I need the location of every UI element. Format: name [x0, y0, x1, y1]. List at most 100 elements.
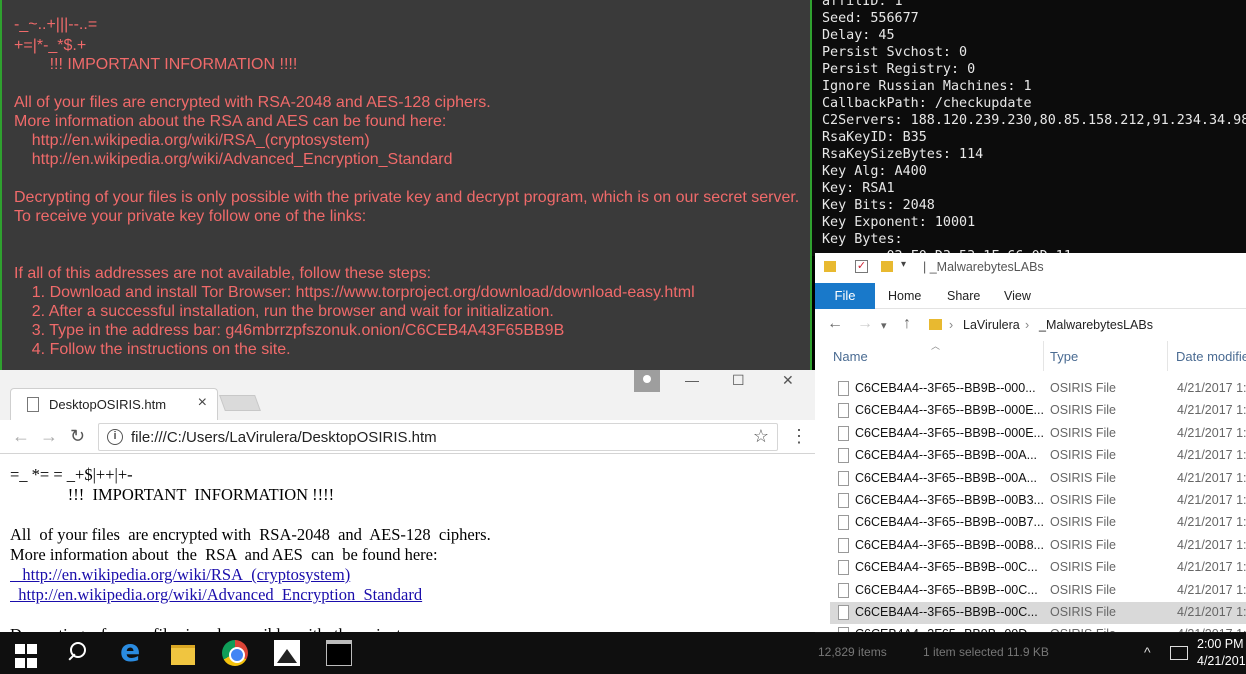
file-date: 4/21/2017 1:5 — [1177, 582, 1246, 597]
ransom-line: More information about the RSA and AES c… — [14, 113, 447, 130]
new-folder-icon[interactable] — [881, 261, 893, 272]
file-row[interactable]: C6CEB4A4--3F65--BB9B--00B7... OSIRIS File… — [830, 512, 1246, 534]
windows-start-icon[interactable] — [15, 644, 41, 670]
console-line: Persist Registry: 0 — [822, 62, 976, 77]
page-link[interactable]: http://en.wikipedia.org/wiki/Advanced_En… — [10, 585, 422, 605]
file-type: OSIRIS File — [1050, 605, 1116, 619]
file-explorer-icon[interactable] — [170, 640, 196, 666]
console-line: Persist Svchost: 0 — [822, 45, 968, 60]
column-name[interactable]: Name — [833, 349, 868, 364]
tab-desktoposiris[interactable]: DesktopOSIRIS.htm × — [10, 388, 218, 420]
window-title-text: _MalwarebytesLABs — [929, 260, 1044, 274]
bookmark-star-icon[interactable]: ☆ — [753, 426, 769, 447]
column-date[interactable]: Date modified — [1176, 349, 1246, 364]
file-row[interactable]: C6CEB4A4--3F65--BB9B--00C... OSIRIS File 4… — [830, 557, 1246, 579]
tab-close-icon[interactable]: × — [198, 394, 207, 412]
recent-dropdown-icon[interactable]: ▾ — [881, 319, 887, 332]
file-icon — [838, 515, 849, 531]
cmd-icon[interactable] — [326, 640, 352, 666]
ribbon-share-tab[interactable]: Share — [947, 289, 980, 303]
tab-strip: DesktopOSIRIS.htm × — ☐ ✕ — [0, 370, 815, 420]
ransom-line: If all of this addresses are not availab… — [14, 265, 432, 282]
ribbon-view-tab[interactable]: View — [1004, 289, 1031, 303]
file-date: 4/21/2017 1:5 — [1177, 537, 1246, 552]
file-type: OSIRIS File — [1050, 448, 1116, 463]
file-row[interactable]: C6CEB4A4--3F65--BB9B--00C... OSIRIS File 4… — [830, 580, 1246, 602]
file-icon — [838, 605, 849, 620]
new-tab-button[interactable] — [219, 395, 261, 411]
search-icon[interactable] — [66, 640, 92, 666]
file-row[interactable]: C6CEB4A4--3F65--BB9B--000... OSIRIS File 4… — [830, 378, 1246, 400]
console-line: Key Bits: 2048 — [822, 198, 935, 213]
file-date: 4/21/2017 1:5 — [1177, 381, 1246, 395]
properties-icon[interactable]: ✓ — [855, 260, 868, 273]
file-row[interactable]: C6CEB4A4--3F65--BB9B--000E... OSIRIS File… — [830, 423, 1246, 445]
ransom-line: http://en.wikipedia.org/wiki/Advanced_En… — [14, 151, 453, 168]
forward-icon[interactable]: → — [40, 426, 58, 447]
ransom-line: 2. After a successful installation, run … — [14, 303, 554, 320]
breadcrumb-lavirulera[interactable]: LaVirulera — [963, 318, 1020, 332]
up-icon[interactable]: ↑ — [903, 315, 911, 333]
menu-icon[interactable]: ⋮ — [790, 426, 808, 447]
file-icon — [838, 381, 849, 396]
info-icon[interactable]: i — [107, 429, 123, 445]
clock-time[interactable]: 2:00 PM — [1197, 637, 1244, 651]
file-row[interactable]: C6CEB4A4--3F65--BB9B--00C... OSIRIS File 4… — [830, 602, 1246, 624]
ransom-line: 4. Follow the instructions on the site. — [14, 341, 291, 358]
ransom-line: +=|*-_*$.+ — [14, 37, 87, 54]
address-bar[interactable]: i file:///C:/Users/LaVirulera/DesktopOSI… — [98, 423, 778, 451]
sort-ascending-icon: ︿ — [931, 341, 941, 351]
breadcrumb-malwarebyteslabs[interactable]: _MalwarebytesLABs — [1039, 318, 1153, 332]
back-icon[interactable]: ← — [827, 315, 843, 333]
console-line: Ignore Russian Machines: 1 — [822, 79, 1032, 94]
file-row[interactable]: C6CEB4A4--3F65--BB9B--00B3... OSIRIS File… — [830, 490, 1246, 512]
tab-title: DesktopOSIRIS.htm — [49, 397, 167, 412]
file-icon — [838, 582, 849, 598]
console-line: Key Alg: A400 — [822, 164, 927, 179]
breadcrumb-separator: › — [1025, 318, 1030, 332]
item-count: 12,829 items — [818, 645, 887, 659]
back-icon[interactable]: ← — [12, 426, 30, 447]
network-icon[interactable] — [1170, 646, 1188, 660]
page-link[interactable]: http://en.wikipedia.org/wiki/RSA_(crypto… — [10, 565, 350, 585]
chrome-icon[interactable] — [222, 640, 248, 666]
ribbon-home-tab[interactable]: Home — [888, 289, 921, 303]
file-row[interactable]: C6CEB4A4--3F65--BB9B--00B8... OSIRIS File… — [830, 535, 1246, 557]
explorer-address-bar: ← → ▾ ↑ › LaVirulera › _MalwarebytesLABs — [815, 310, 1246, 340]
chevron-up-icon[interactable]: ^ — [1144, 644, 1151, 660]
file-row[interactable]: C6CEB4A4--3F65--BB9B--00A... OSIRIS File 4… — [830, 468, 1246, 490]
file-row[interactable]: C6CEB4A4--3F65--BB9B--00A... OSIRIS File 4… — [830, 445, 1246, 467]
edge-icon[interactable] — [118, 634, 144, 669]
ribbon: File Home Share View — [815, 283, 1246, 309]
console-line: Key: RSA1 — [822, 181, 895, 196]
photos-icon[interactable] — [274, 640, 300, 666]
file-icon — [838, 470, 849, 486]
maximize-button[interactable]: ☐ — [732, 372, 745, 389]
close-button[interactable]: ✕ — [782, 372, 794, 389]
column-type[interactable]: Type — [1050, 349, 1078, 364]
column-separator[interactable] — [1167, 341, 1168, 371]
page-text-line: Decrypting of your files is only possibl… — [10, 625, 408, 632]
file-date: 4/21/2017 1:5 — [1177, 425, 1246, 440]
ribbon-file-tab[interactable]: File — [815, 283, 875, 309]
forward-icon[interactable]: → — [857, 315, 873, 333]
file-type: OSIRIS File — [1050, 515, 1116, 530]
profile-icon[interactable] — [634, 370, 660, 392]
dropdown-icon[interactable]: ▾ — [901, 259, 906, 270]
file-icon — [27, 397, 39, 412]
ransom-line: All of your files are encrypted with RSA… — [14, 94, 491, 111]
file-type: OSIRIS File — [1050, 537, 1116, 552]
ransom-line: http://en.wikipedia.org/wiki/RSA_(crypto… — [14, 132, 370, 149]
file-row[interactable]: C6CEB4A4--3F65--BB9B--000E... OSIRIS File… — [830, 400, 1246, 422]
explorer-titlebar: ✓ ▾ | _MalwarebytesLABs — [815, 253, 1246, 283]
file-name: C6CEB4A4--3F65--BB9B--00A... — [855, 448, 1038, 463]
file-name: C6CEB4A4--3F65--BB9B--00B8... — [855, 537, 1044, 552]
ransom-line: 3. Type in the address bar: g46mbrrzpfsz… — [14, 322, 565, 339]
column-separator[interactable] — [1043, 341, 1044, 371]
file-name: C6CEB4A4--3F65--BB9B--00C... — [855, 582, 1038, 597]
reload-icon[interactable]: ↻ — [70, 426, 85, 447]
minimize-button[interactable]: — — [685, 372, 699, 388]
file-name: C6CEB4A4--3F65--BB9B--00C... — [855, 605, 1038, 619]
ransom-line: 1. Download and install Tor Browser: htt… — [14, 284, 695, 301]
clock-date[interactable]: 4/21/2017 — [1197, 654, 1246, 668]
